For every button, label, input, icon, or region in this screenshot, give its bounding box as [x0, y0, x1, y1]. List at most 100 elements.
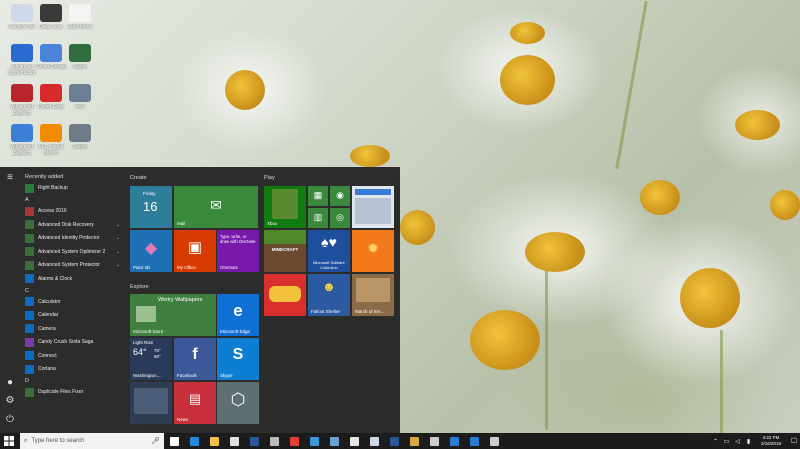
app-list-item[interactable]: Duplicate Files Fixer: [22, 386, 122, 398]
taskbar-calculator-button[interactable]: [424, 433, 444, 449]
chevron-down-icon[interactable]: ⌄: [114, 262, 122, 268]
clock[interactable]: 4:22 PM 2/16/2018: [754, 435, 788, 447]
mail-icon: [349, 436, 359, 446]
section-letter[interactable]: C: [22, 287, 122, 296]
taskbar-ie-button[interactable]: [304, 433, 324, 449]
tile-onenote-label: OneNote: [220, 265, 239, 270]
user-icon[interactable]: ●: [4, 377, 16, 389]
volume-icon[interactable]: ◁: [732, 438, 743, 445]
people-icon[interactable]: ⌃: [710, 438, 721, 445]
app-list-item[interactable]: Advanced Disk Recovery ⌄: [22, 219, 122, 231]
tile-small-2[interactable]: ◉: [330, 186, 350, 206]
start-rail: ≡ ● ⚙ ⏻: [0, 167, 20, 433]
app-name: Camera: [38, 325, 56, 332]
app-list-item[interactable]: Advanced System Optimizer 2 ⌄: [22, 246, 122, 258]
tile-small-1[interactable]: ▦: [308, 186, 328, 206]
tile-hex-app[interactable]: ⬡: [217, 382, 259, 424]
taskbar-edge-button[interactable]: [184, 433, 204, 449]
tile-weather[interactable]: Light Rain 64° 70° 60° Washington,...: [130, 338, 172, 380]
taskbar-store-button[interactable]: [224, 433, 244, 449]
tile-minecraft[interactable]: MINECRAFT: [264, 230, 306, 272]
taskbar-word-button[interactable]: [244, 433, 264, 449]
desktop-icon[interactable]: Start Menu: [62, 4, 98, 36]
app-list-item[interactable]: Access 2016: [22, 205, 122, 217]
notifications-icon[interactable]: ☐: [788, 437, 800, 445]
flower: [680, 268, 740, 328]
desktop-icon-label: Steam: [72, 144, 88, 150]
tile-march[interactable]: March of Em...: [352, 274, 394, 316]
news-icon: ▤: [188, 391, 202, 406]
tile-small-3[interactable]: ▥: [308, 208, 328, 228]
taskbar-file-explorer-button[interactable]: [204, 433, 224, 449]
tile-photo[interactable]: [130, 382, 172, 424]
app-icon: [25, 324, 34, 333]
tile-fallout[interactable]: ☻ Fallout Shelter: [308, 274, 350, 316]
taskbar-task-view-button[interactable]: [164, 433, 184, 449]
taskbar-settings-button[interactable]: [264, 433, 284, 449]
tile-facebook[interactable]: f Facebook: [174, 338, 216, 380]
flower: [350, 145, 390, 167]
chevron-down-icon[interactable]: ⌄: [114, 222, 122, 228]
hamburger-icon[interactable]: ≡: [4, 172, 16, 184]
battery-icon[interactable]: ▮: [743, 438, 754, 445]
tile-news[interactable]: ▤ News: [174, 382, 216, 424]
taskbar-mail-button[interactable]: [344, 433, 364, 449]
tile-orange[interactable]: ✹: [352, 230, 394, 272]
taskbar-app-b-button[interactable]: [464, 433, 484, 449]
app-icon: [25, 310, 34, 320]
tile-xbox[interactable]: Xbox: [264, 186, 306, 228]
app-list-item[interactable]: Calendar: [22, 309, 122, 321]
group-label-create: Create: [130, 175, 147, 181]
tile-store[interactable]: Wintry Wallpapers Microsoft Store: [130, 294, 216, 336]
taskbar-word2-button[interactable]: [384, 433, 404, 449]
tile-paint3d[interactable]: ◆ Paint 3D: [130, 230, 172, 272]
taskbar-chrome-button[interactable]: [284, 433, 304, 449]
flower: [400, 210, 435, 245]
chevron-down-icon[interactable]: ⌄: [114, 249, 122, 255]
tile-small-4[interactable]: ◎: [330, 208, 350, 228]
taskbar-explorer2-button[interactable]: [404, 433, 424, 449]
app-list-item[interactable]: Right Backup: [22, 182, 122, 194]
app-list-item[interactable]: Advanced Identity Protector ⌄: [22, 232, 122, 244]
taskbar-excel-like-button[interactable]: [364, 433, 384, 449]
tile-store-label: Microsoft Store: [133, 329, 164, 334]
settings-icon[interactable]: ⚙: [4, 395, 16, 407]
word2-icon: [389, 436, 399, 446]
tile-mail[interactable]: ✉ Mail: [174, 186, 258, 228]
search-box[interactable]: ⌕ Type here to search 🎤︎: [20, 433, 164, 449]
ie-icon: [309, 436, 319, 446]
tile-racing[interactable]: [264, 274, 306, 316]
desktop-icon[interactable]: Intel: [62, 84, 98, 116]
photo-image: [134, 388, 168, 414]
tile-solitaire[interactable]: ♠♥ Microsoft Solitaire Collection: [308, 230, 350, 272]
tile-screenshot[interactable]: [352, 186, 394, 228]
network-icon[interactable]: ▭: [721, 438, 732, 445]
tile-edge[interactable]: e Microsoft Edge: [217, 294, 259, 336]
section-letter[interactable]: D: [22, 377, 122, 386]
desktop-icon[interactable]: Steam: [62, 124, 98, 156]
power-icon[interactable]: ⏻: [4, 414, 16, 426]
start-button[interactable]: [0, 433, 18, 449]
app-list-item[interactable]: Connect: [22, 350, 122, 362]
app-list-item[interactable]: Alarms & Clock: [22, 273, 122, 285]
settings-icon: [269, 436, 279, 446]
taskbar-photos-button[interactable]: [324, 433, 344, 449]
tile-myoffice[interactable]: ▣ My Office: [174, 230, 216, 272]
taskbar-gear-button[interactable]: [484, 433, 504, 449]
app-list-item[interactable]: Candy Crush Soda Saga: [22, 336, 122, 348]
weather-temp: 64°: [133, 347, 147, 357]
tile-calendar[interactable]: Friday 16: [130, 186, 172, 228]
calculator-icon: [429, 436, 439, 446]
app-list-item[interactable]: Camera: [22, 323, 122, 335]
chevron-down-icon[interactable]: ⌄: [114, 235, 122, 241]
task-view-icon: [169, 436, 179, 446]
taskbar-app-a-button[interactable]: [444, 433, 464, 449]
app-list-item[interactable]: Advanced System Protector ⌄: [22, 259, 122, 271]
app-list-item[interactable]: Calculator: [22, 296, 122, 308]
section-letter[interactable]: A: [22, 196, 122, 205]
tile-skype[interactable]: S Skype: [217, 338, 259, 380]
desktop-icon[interactable]: Game: [62, 44, 98, 76]
tile-onenote[interactable]: Type, write, or draw with OneNote OneNot…: [217, 230, 259, 272]
microphone-icon[interactable]: 🎤︎: [151, 437, 160, 445]
app-list-item[interactable]: Cortana: [22, 363, 122, 375]
